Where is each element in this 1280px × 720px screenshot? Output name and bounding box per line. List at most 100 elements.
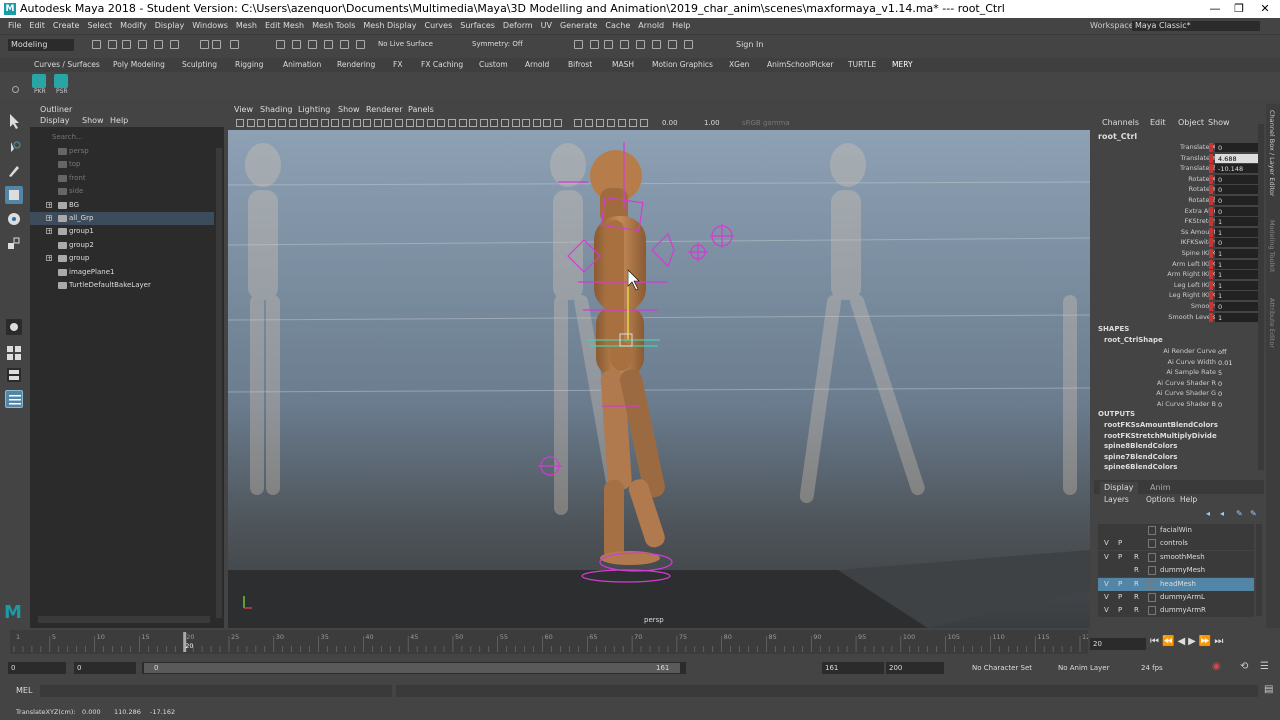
shelf-tab-rendering[interactable]: Rendering bbox=[337, 58, 375, 72]
viewport-tool-icon[interactable] bbox=[320, 119, 329, 127]
outliner-menu-show[interactable]: Show bbox=[82, 115, 104, 127]
output-node-rootfkstretchmultiplydivide[interactable]: rootFKStretchMultiplyDivide bbox=[1104, 432, 1217, 440]
status-tool-icon[interactable] bbox=[590, 40, 599, 49]
layer-menu-layers[interactable]: Layers bbox=[1104, 495, 1129, 504]
viewport-tool-icon[interactable] bbox=[479, 119, 488, 127]
shelf-tab-turtle[interactable]: TURTLE bbox=[848, 58, 876, 72]
channel-box-menu-show[interactable]: Show bbox=[1208, 118, 1230, 127]
viewport-tool-icon[interactable] bbox=[278, 119, 287, 127]
attr-ai-render-curve[interactable]: Ai Render Curve off bbox=[1094, 346, 1264, 357]
status-tool-icon[interactable] bbox=[212, 40, 221, 49]
outliner-item-all-grp[interactable]: + all_Grp bbox=[30, 212, 214, 225]
lasso-tool-icon[interactable] bbox=[5, 138, 23, 156]
layer-menu-options[interactable]: Options bbox=[1146, 495, 1175, 504]
menu-modify[interactable]: Modify bbox=[120, 21, 147, 30]
attr-value-field[interactable]: 1 bbox=[1215, 259, 1259, 269]
shelf-tab-sculpting[interactable]: Sculpting bbox=[182, 58, 217, 72]
viewport-tool-icon[interactable] bbox=[511, 119, 520, 127]
attr-smooth[interactable]: Smooth 0 bbox=[1094, 301, 1264, 312]
psr-shelf-icon[interactable] bbox=[54, 74, 68, 88]
viewport-tool-icon[interactable] bbox=[331, 119, 340, 127]
menu-mesh-tools[interactable]: Mesh Tools bbox=[312, 21, 355, 30]
new-layer-icon[interactable]: ✎ bbox=[1236, 509, 1243, 518]
live-surface-label[interactable]: No Live Surface bbox=[378, 40, 433, 48]
new-layer-selected-icon[interactable]: ✎ bbox=[1250, 509, 1257, 518]
attr-ai-curve-shader-b[interactable]: Ai Curve Shader B0 bbox=[1094, 399, 1264, 410]
move-layer-down-icon[interactable]: ◂ bbox=[1220, 509, 1224, 518]
viewport-tool-icon[interactable] bbox=[522, 119, 531, 127]
viewport-menu-shading[interactable]: Shading bbox=[260, 104, 293, 116]
attr-ss-amount[interactable]: Ss Amount 1 bbox=[1094, 227, 1264, 238]
viewport-tool-icon[interactable] bbox=[363, 119, 372, 127]
menu-help[interactable]: Help bbox=[672, 21, 690, 30]
tab-display[interactable]: Display bbox=[1100, 482, 1138, 494]
move-layer-up-icon[interactable]: ◂ bbox=[1206, 509, 1210, 518]
attr-rotate-x[interactable]: Rotate X0 bbox=[1094, 174, 1264, 185]
layer-color-swatch[interactable] bbox=[1148, 579, 1156, 589]
layer-r-toggle[interactable]: R bbox=[1134, 604, 1139, 617]
pkr-shelf-icon[interactable] bbox=[32, 74, 46, 88]
playback-start-field[interactable]: 0 bbox=[74, 662, 136, 674]
menu-edit-mesh[interactable]: Edit Mesh bbox=[265, 21, 304, 30]
attr-arm-left-ikfk[interactable]: Arm Left IKFK 1 bbox=[1094, 259, 1264, 270]
viewport-menu-show[interactable]: Show bbox=[338, 104, 360, 116]
attr-translate-x[interactable]: Translate X0 bbox=[1094, 142, 1264, 153]
status-tool-icon[interactable] bbox=[356, 40, 365, 49]
play-backward-icon[interactable]: ◀ bbox=[1177, 636, 1188, 647]
layer-row-dummyarmr[interactable]: V P RdummyArmR bbox=[1098, 604, 1254, 618]
status-tool-icon[interactable] bbox=[620, 40, 629, 49]
output-node-spine7blendcolors[interactable]: spine7BlendColors bbox=[1104, 453, 1177, 461]
menu-create[interactable]: Create bbox=[53, 21, 80, 30]
outliner-item-group[interactable]: + group bbox=[30, 252, 214, 265]
status-tool-icon[interactable] bbox=[684, 40, 693, 49]
attr-arm-right-ikfk[interactable]: Arm Right IKFK 1 bbox=[1094, 269, 1264, 280]
shelf-tab-motion-graphics[interactable]: Motion Graphics bbox=[652, 58, 713, 72]
outliner-menu-help[interactable]: Help bbox=[110, 115, 128, 127]
status-tool-icon[interactable] bbox=[170, 40, 179, 49]
shelf-tab-bifrost[interactable]: Bifrost bbox=[568, 58, 592, 72]
viewport-tool-icon[interactable] bbox=[554, 119, 562, 127]
status-tool-icon[interactable] bbox=[652, 40, 661, 49]
step-forward-key-icon[interactable]: ⏩ bbox=[1199, 636, 1214, 647]
channel-box-menu-object[interactable]: Object bbox=[1178, 118, 1204, 127]
viewport-tool-icon[interactable] bbox=[310, 119, 319, 127]
expand-icon[interactable]: + bbox=[46, 201, 52, 208]
shelf-tab-rigging[interactable]: Rigging bbox=[235, 58, 263, 72]
layer-p-toggle[interactable]: P bbox=[1118, 578, 1122, 591]
menu-arnold[interactable]: Arnold bbox=[638, 21, 664, 30]
four-view-layout-icon[interactable] bbox=[5, 366, 23, 384]
outliner-item-persp[interactable]: persp bbox=[30, 145, 214, 158]
attr-translate-y[interactable]: Translate Y 4.688 bbox=[1094, 153, 1264, 164]
shelf-tab-fx-caching[interactable]: FX Caching bbox=[421, 58, 463, 72]
layer-color-swatch[interactable] bbox=[1148, 566, 1156, 576]
viewport-menu-lighting[interactable]: Lighting bbox=[298, 104, 330, 116]
status-tool-icon[interactable] bbox=[340, 40, 349, 49]
viewport-tool-icon[interactable] bbox=[585, 119, 593, 127]
viewport-tool-icon[interactable] bbox=[607, 119, 615, 127]
expand-icon[interactable]: + bbox=[46, 255, 52, 262]
menu-surfaces[interactable]: Surfaces bbox=[460, 21, 495, 30]
outliner-item-group1[interactable]: + group1 bbox=[30, 225, 214, 238]
status-tool-icon[interactable] bbox=[324, 40, 333, 49]
tab-anim[interactable]: Anim bbox=[1150, 482, 1171, 494]
tab-modeling-toolkit[interactable]: Modeling Toolkit bbox=[1268, 220, 1276, 272]
layer-v-toggle[interactable]: V bbox=[1104, 591, 1109, 604]
attr-ikfkswitch[interactable]: IKFKSwitch 0 bbox=[1094, 237, 1264, 248]
output-node-spine8blendcolors[interactable]: spine8BlendColors bbox=[1104, 442, 1177, 450]
output-node-rootfkssamountblendcolors[interactable]: rootFKSsAmountBlendColors bbox=[1104, 421, 1218, 429]
layer-row-headmesh[interactable]: V P RheadMesh bbox=[1098, 577, 1254, 591]
menu-edit[interactable]: Edit bbox=[29, 21, 45, 30]
attr-value-field[interactable]: 0 bbox=[1215, 302, 1259, 311]
viewport-tool-icon[interactable] bbox=[426, 119, 435, 127]
fps-dropdown[interactable]: 24 fps bbox=[1138, 662, 1202, 674]
layer-p-toggle[interactable]: P bbox=[1118, 604, 1122, 617]
shelf-tab-xgen[interactable]: XGen bbox=[729, 58, 749, 72]
attr-ai-curve-shader-g[interactable]: Ai Curve Shader G0 bbox=[1094, 388, 1264, 399]
outliner-item-side[interactable]: side bbox=[30, 185, 214, 198]
viewport-tool-icon[interactable] bbox=[618, 119, 626, 127]
viewport-tool-icon[interactable] bbox=[373, 119, 382, 127]
viewport-tool-icon[interactable] bbox=[299, 119, 308, 127]
attr-value-field[interactable]: 0 bbox=[1215, 238, 1259, 248]
status-tool-icon[interactable] bbox=[122, 40, 131, 49]
layer-color-swatch[interactable] bbox=[1148, 606, 1156, 616]
